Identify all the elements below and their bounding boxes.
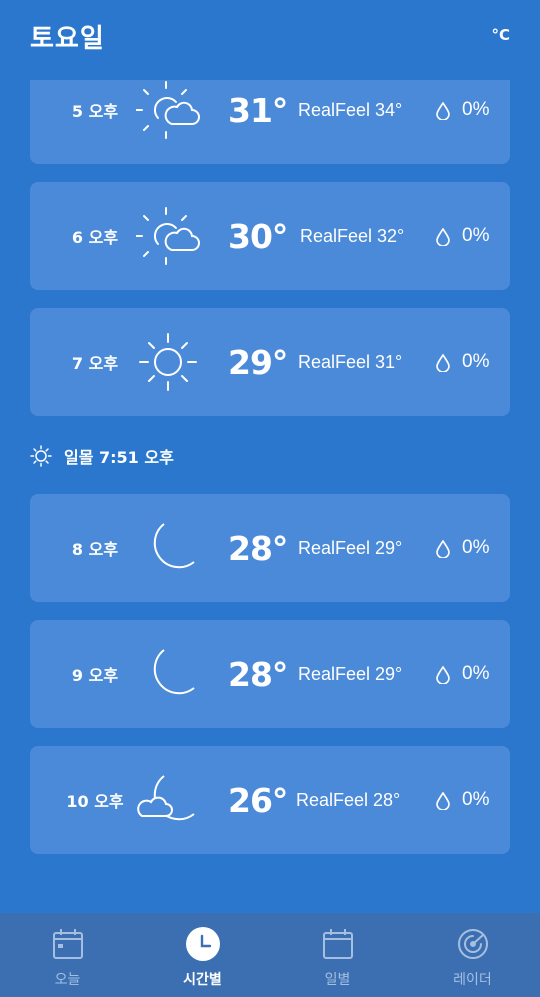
nav-hourly[interactable]: 시간별 xyxy=(135,913,270,997)
radar-icon xyxy=(457,929,488,959)
raindrop-icon xyxy=(436,102,450,120)
precip-chance: 0% xyxy=(462,537,490,558)
precip-chance: 0% xyxy=(462,663,490,684)
hour-label: 8 오후 xyxy=(71,540,119,559)
partly-sunny-icon xyxy=(136,207,200,265)
precip-chance: 0% xyxy=(462,351,490,372)
raindrop-icon xyxy=(436,228,450,246)
sunset-label: 일몰 7:51 오후 xyxy=(64,448,174,467)
moon-cloud-icon xyxy=(137,775,195,821)
header: 토요일 °C xyxy=(0,0,540,80)
raindrop-icon xyxy=(436,792,450,810)
calendar-icon xyxy=(322,929,353,959)
hour-card-8pm[interactable]: 8 오후 28° RealFeel 29° 0% xyxy=(30,494,510,602)
hour-card-10pm[interactable]: 10 오후 26° RealFeel 28° 0% xyxy=(30,746,510,854)
realfeel: RealFeel 28° xyxy=(296,789,401,810)
nav-label: 일별 xyxy=(324,972,351,988)
sun-icon xyxy=(30,445,52,467)
nav-today[interactable]: 오늘 xyxy=(0,913,135,997)
raindrop-icon xyxy=(436,354,450,372)
calendar-icon xyxy=(52,929,83,959)
hour-card-7pm[interactable]: 7 오후 29° RealFeel 31° 0% xyxy=(30,308,510,416)
realfeel: RealFeel 31° xyxy=(298,351,403,372)
temperature: 26° xyxy=(228,780,288,820)
raindrop-icon xyxy=(436,540,450,558)
moon-icon xyxy=(153,523,195,569)
sunset-row: 일몰 7:51 오후 xyxy=(30,442,174,470)
hour-label: 6 오후 xyxy=(71,228,119,247)
nav-daily[interactable]: 일별 xyxy=(270,913,405,997)
hour-label: 10 오후 xyxy=(66,792,124,811)
page-title: 토요일 xyxy=(30,24,105,54)
clock-icon xyxy=(185,927,220,961)
moon-icon xyxy=(153,649,195,695)
nav-label: 오늘 xyxy=(54,972,81,988)
realfeel: RealFeel 32° xyxy=(300,225,405,246)
realfeel: RealFeel 29° xyxy=(298,537,403,558)
precip-chance: 0% xyxy=(462,225,490,246)
hour-card-9pm[interactable]: 9 오후 28° RealFeel 29° 0% xyxy=(30,620,510,728)
nav-radar[interactable]: 레이더 xyxy=(405,913,540,997)
hour-label: 7 오후 xyxy=(71,354,119,373)
precip-chance: 0% xyxy=(462,789,490,810)
realfeel: RealFeel 29° xyxy=(298,663,403,684)
hour-card-6pm[interactable]: 6 오후 30° RealFeel 32° 0% xyxy=(30,182,510,290)
hour-label: 9 오후 xyxy=(71,666,119,685)
raindrop-icon xyxy=(436,666,450,684)
sun-icon xyxy=(139,333,197,391)
partly-sunny-icon xyxy=(136,81,200,139)
temperature: 30° xyxy=(228,216,288,256)
nav-label: 시간별 xyxy=(183,972,222,988)
nav-label: 레이더 xyxy=(453,972,492,988)
temperature: 28° xyxy=(228,528,288,568)
bottom-nav: 오늘 시간별 일별 레이더 xyxy=(0,913,540,997)
unit-toggle[interactable]: °C xyxy=(491,26,510,44)
temperature: 29° xyxy=(228,342,288,382)
temperature: 28° xyxy=(228,654,288,694)
